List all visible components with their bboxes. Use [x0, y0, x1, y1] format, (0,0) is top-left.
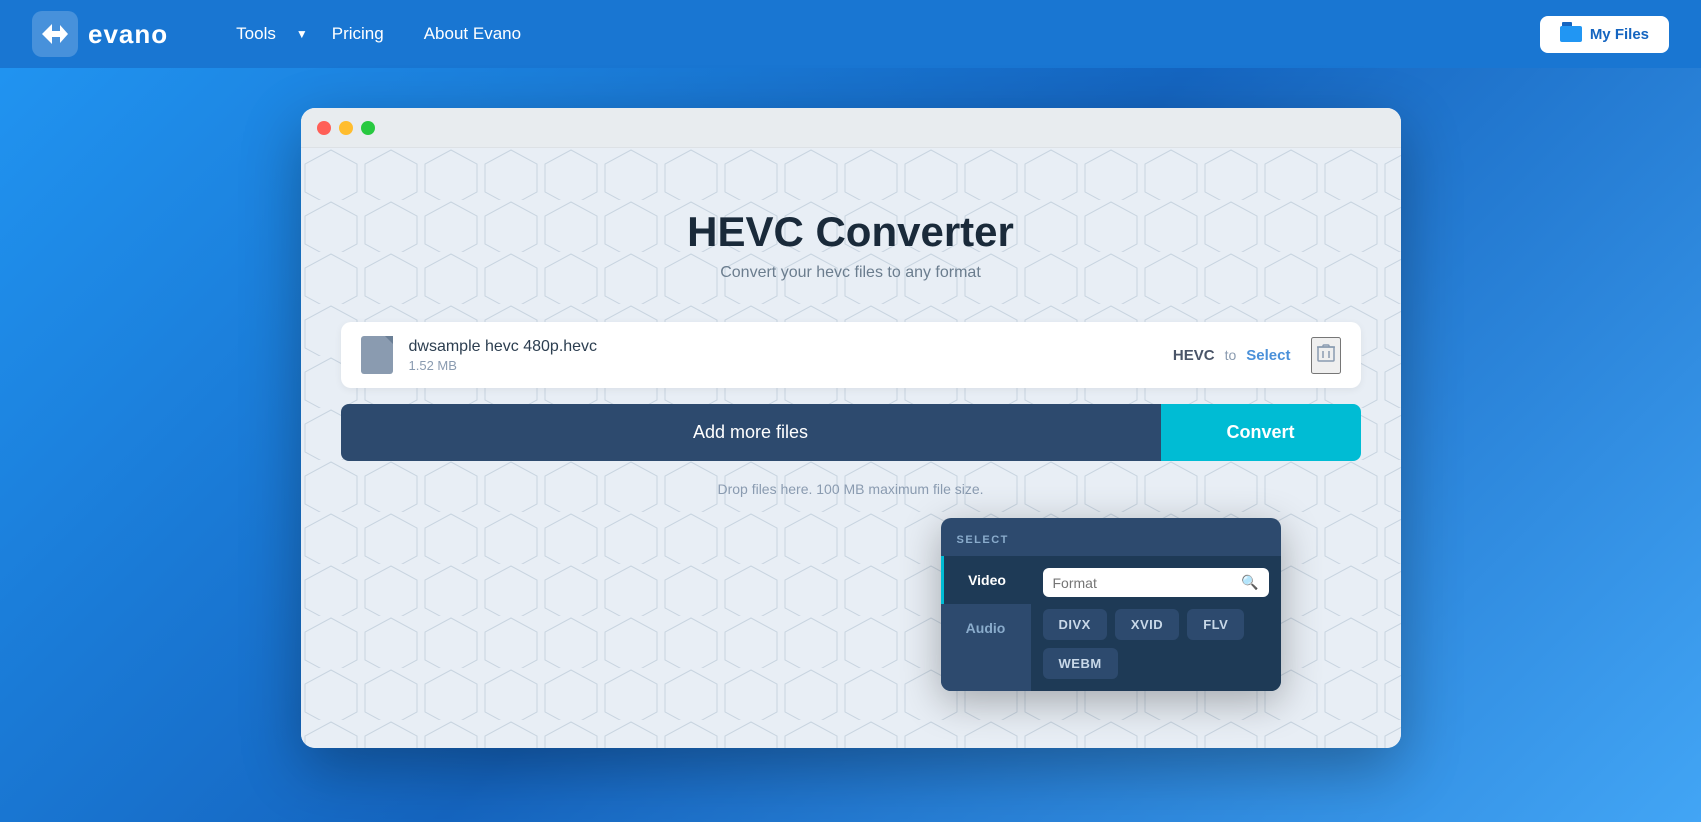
- format-dropdown: SELECT Video Audio 🔍: [941, 518, 1281, 691]
- trash-icon: [1317, 343, 1335, 363]
- minimize-dot: [339, 121, 353, 135]
- to-label: to: [1225, 347, 1237, 363]
- main-content: HEVC Converter Convert your hevc files t…: [0, 68, 1701, 788]
- app-window: HEVC Converter Convert your hevc files t…: [301, 108, 1401, 748]
- close-dot: [317, 121, 331, 135]
- convert-label: Convert: [1226, 422, 1294, 442]
- file-icon: [361, 336, 393, 374]
- logo[interactable]: evano: [32, 11, 168, 57]
- page-title: HEVC Converter: [341, 208, 1361, 256]
- logo-text: evano: [88, 19, 168, 50]
- category-audio[interactable]: Audio: [941, 604, 1031, 652]
- file-conversion: HEVC to Select: [1173, 347, 1291, 364]
- tools-chevron-icon: ▼: [296, 27, 308, 41]
- logo-icon: [32, 11, 78, 57]
- dropdown-header: SELECT: [941, 518, 1281, 556]
- maximize-dot: [361, 121, 375, 135]
- folder-icon: [1560, 26, 1582, 42]
- navbar: evano Tools ▼ Pricing About Evano My Fil…: [0, 0, 1701, 68]
- format-search: 🔍: [1043, 568, 1269, 597]
- converter-title: HEVC Converter: [341, 208, 1361, 256]
- add-files-button[interactable]: Add more files: [341, 404, 1161, 461]
- dropdown-formats-area: 🔍 DIVX XVID FLV: [1031, 556, 1281, 691]
- convert-button[interactable]: Convert: [1161, 404, 1361, 461]
- nav-links: Tools ▼ Pricing About Evano: [220, 16, 1508, 52]
- dropdown-body: Video Audio 🔍 DIVX: [941, 556, 1281, 691]
- dropdown-categories: Video Audio: [941, 556, 1031, 691]
- from-format: HEVC: [1173, 347, 1215, 364]
- nav-tools-item[interactable]: Tools ▼: [220, 16, 308, 52]
- format-chip-flv[interactable]: FLV: [1187, 609, 1244, 640]
- select-format[interactable]: Select: [1246, 347, 1290, 364]
- search-icon: 🔍: [1241, 574, 1258, 591]
- file-row: dwsample hevc 480p.hevc 1.52 MB HEVC to …: [341, 322, 1361, 388]
- buttons-row: Add more files Convert: [341, 404, 1361, 461]
- nav-tools-label: Tools: [220, 16, 292, 52]
- my-files-button[interactable]: My Files: [1540, 16, 1669, 53]
- category-video[interactable]: Video: [941, 556, 1031, 604]
- file-size: 1.52 MB: [409, 358, 1173, 373]
- drop-text: Drop files here. 100 MB maximum file siz…: [341, 481, 1361, 497]
- format-chip-xvid[interactable]: XVID: [1115, 609, 1179, 640]
- window-body: HEVC Converter Convert your hevc files t…: [301, 148, 1401, 748]
- format-search-input[interactable]: [1053, 575, 1242, 591]
- format-grid: DIVX XVID FLV WEBM: [1043, 609, 1269, 679]
- window-titlebar: [301, 108, 1401, 148]
- format-chip-webm[interactable]: WEBM: [1043, 648, 1118, 679]
- file-name: dwsample hevc 480p.hevc: [409, 338, 1173, 356]
- delete-file-button[interactable]: [1311, 337, 1341, 374]
- nav-about[interactable]: About Evano: [408, 16, 537, 52]
- converter-subtitle: Convert your hevc files to any format: [341, 264, 1361, 282]
- format-chip-divx[interactable]: DIVX: [1043, 609, 1107, 640]
- my-files-label: My Files: [1590, 26, 1649, 43]
- nav-pricing[interactable]: Pricing: [316, 16, 400, 52]
- file-info: dwsample hevc 480p.hevc 1.52 MB: [409, 338, 1173, 373]
- dropdown-header-label: SELECT: [957, 534, 1009, 546]
